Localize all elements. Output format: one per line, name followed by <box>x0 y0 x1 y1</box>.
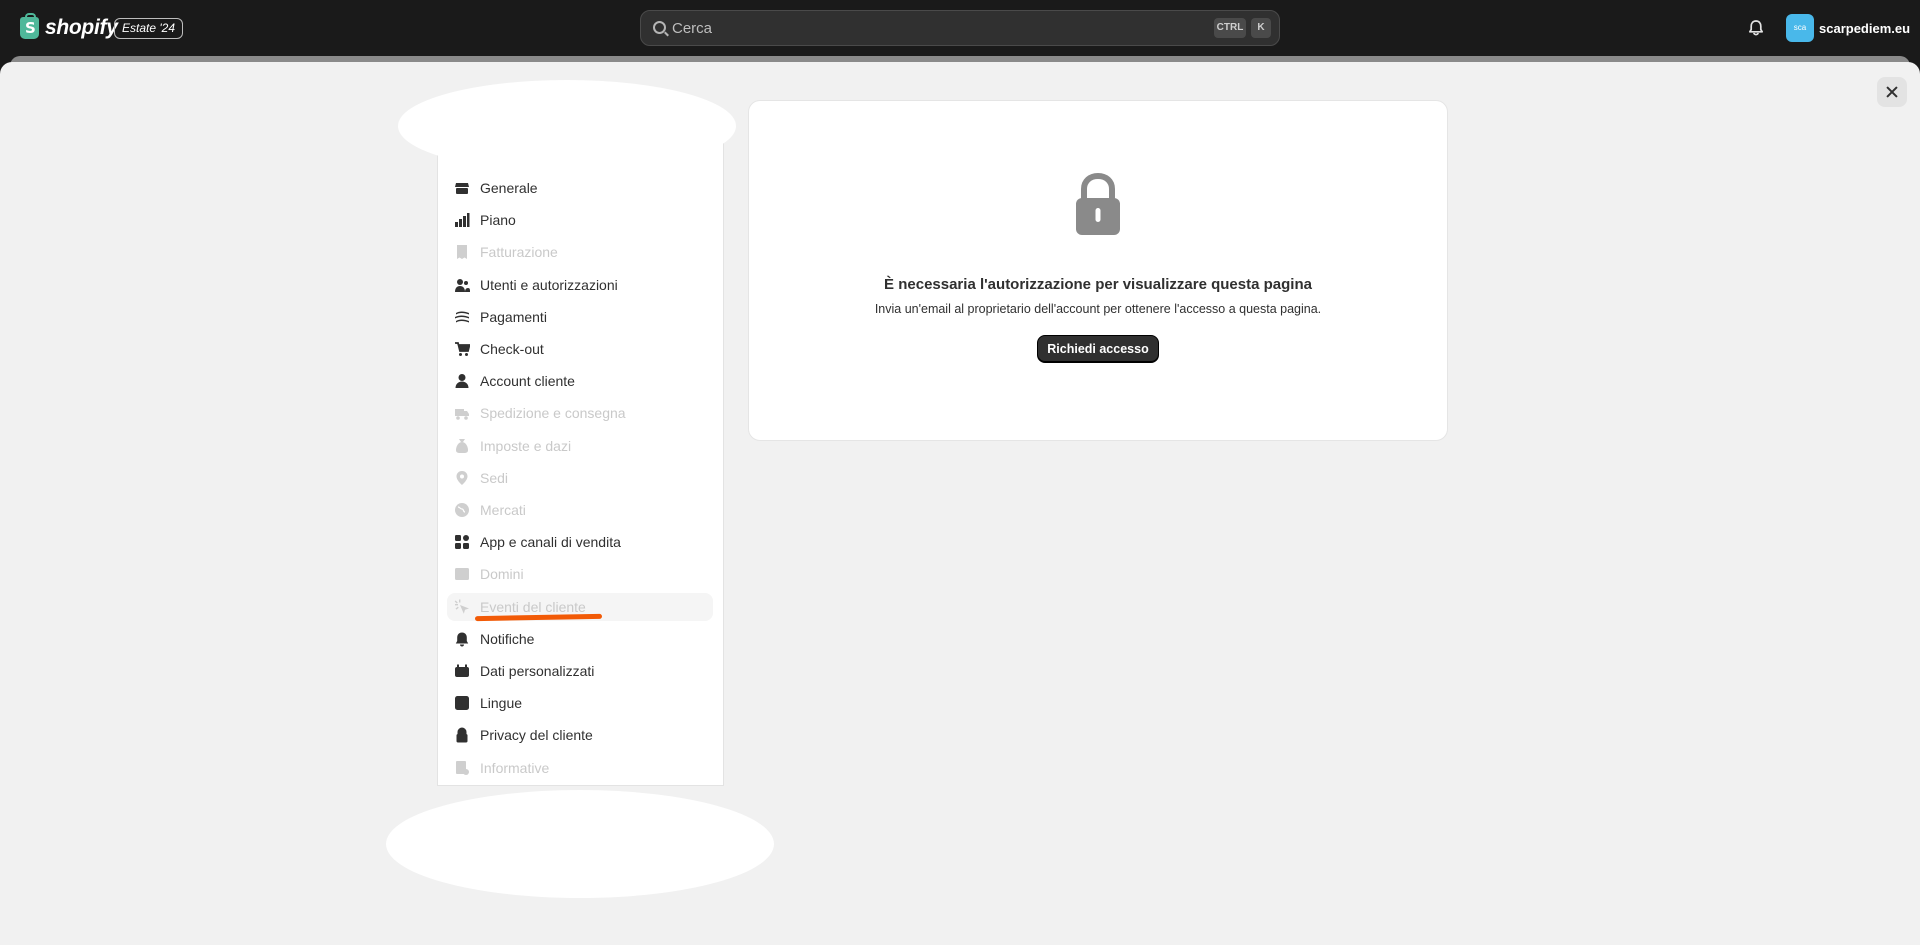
receipt-icon <box>454 244 470 260</box>
payments-icon <box>454 309 470 325</box>
logo-text: shopify <box>45 16 118 39</box>
sidebar-item-generale[interactable]: Generale <box>447 174 713 202</box>
bell-icon <box>454 631 470 647</box>
padlock-icon <box>1076 173 1120 235</box>
sidebar-item-label: Dati personalizzati <box>480 663 595 679</box>
database-icon <box>454 663 470 679</box>
sidebar-item-label: Domini <box>480 566 524 582</box>
sidebar-item-spedizione-e-consegna[interactable]: Spedizione e consegna <box>447 399 713 427</box>
search-input[interactable] <box>672 11 1192 45</box>
sidebar-item-label: Privacy del cliente <box>480 727 593 743</box>
search-bar[interactable]: CTRL K <box>640 10 1280 46</box>
store-name: scarpediem.eu <box>1819 20 1911 36</box>
plan-icon <box>454 212 470 228</box>
person-icon <box>454 373 470 389</box>
redaction-mark-bottom <box>386 790 774 898</box>
sidebar-item-domini[interactable]: Domini <box>447 560 713 588</box>
permission-description: Invia un'email al proprietario dell'acco… <box>874 302 1322 316</box>
sidebar-item-sedi[interactable]: Sedi <box>447 464 713 492</box>
sidebar-item-notifiche[interactable]: Notifiche <box>447 625 713 653</box>
shortcut-k-key: K <box>1251 18 1271 38</box>
sidebar-item-account-cliente[interactable]: Account cliente <box>447 367 713 395</box>
sidebar-item-label: Eventi del cliente <box>480 599 586 615</box>
sidebar-item-label: Utenti e autorizzazioni <box>480 277 618 293</box>
divider <box>437 785 724 786</box>
sidebar-item-label: Mercati <box>480 502 526 518</box>
sidebar-item-label: Notifiche <box>480 631 535 647</box>
sidebar-item-mercati[interactable]: Mercati <box>447 496 713 524</box>
tax-icon <box>454 438 470 454</box>
sidebar-item-pagamenti[interactable]: Pagamenti <box>447 303 713 331</box>
store-avatar: sca <box>1786 14 1814 42</box>
apps-icon <box>454 534 470 550</box>
sidebar-item-label: Fatturazione <box>480 244 558 260</box>
sidebar-item-label: Generale <box>480 180 538 196</box>
policy-icon <box>454 760 470 776</box>
sidebar-item-app-e-canali-di-vendita[interactable]: App e canali di vendita <box>447 528 713 556</box>
sidebar-item-imposte-e-dazi[interactable]: Imposte e dazi <box>447 432 713 460</box>
svg-text:字: 字 <box>462 703 468 711</box>
store-menu[interactable]: sca scarpediem.eu <box>1786 14 1910 42</box>
sidebar-item-label: Piano <box>480 212 516 228</box>
sidebar-item-label: Sedi <box>480 470 509 486</box>
language-icon: A字 <box>454 695 470 711</box>
domain-icon <box>454 566 470 582</box>
cursor-icon <box>454 599 470 615</box>
sidebar-item-fatturazione[interactable]: Fatturazione <box>447 238 713 266</box>
sidebar-item-check-out[interactable]: Check-out <box>447 335 713 363</box>
permission-title: È necessaria l'autorizzazione per visual… <box>884 276 1312 293</box>
cart-icon <box>454 341 470 357</box>
sidebar-item-label: Check-out <box>480 341 544 357</box>
lock-icon <box>454 727 470 743</box>
shortcut-ctrl-key: CTRL <box>1214 18 1246 38</box>
globe-icon <box>454 502 470 518</box>
users-icon <box>454 277 470 293</box>
search-icon <box>653 21 666 34</box>
sidebar-item-label: Pagamenti <box>480 309 547 325</box>
sidebar-item-label: Informative <box>480 760 550 776</box>
logo-mark: S <box>25 19 36 37</box>
truck-icon <box>454 405 470 421</box>
store-icon <box>454 180 470 196</box>
redaction-mark-top <box>398 80 736 172</box>
close-button[interactable] <box>1877 77 1907 107</box>
sidebar-item-label: Lingue <box>480 695 523 711</box>
sidebar-item-label: Spedizione e consegna <box>480 405 626 421</box>
request-access-button[interactable]: Richiedi accesso <box>1037 335 1159 363</box>
sidebar-item-utenti-e-autorizzazioni[interactable]: Utenti e autorizzazioni <box>447 271 713 299</box>
sidebar-item-piano[interactable]: Piano <box>447 206 713 234</box>
sidebar-item-label: App e canali di vendita <box>480 534 621 550</box>
top-bar: S shopify Estate '24 CTRL K sca scarpedi… <box>0 0 1920 56</box>
location-icon <box>454 470 470 486</box>
edition-badge[interactable]: Estate '24 <box>114 18 183 39</box>
shopify-bag-icon: S <box>20 13 39 39</box>
shopify-logo[interactable]: S shopify <box>20 13 118 40</box>
sidebar-item-lingue[interactable]: A 字 Lingue <box>447 689 713 717</box>
notifications-bell-icon[interactable] <box>1746 18 1766 38</box>
sidebar-item-informative[interactable]: Informative <box>447 754 713 782</box>
sidebar-item-privacy-del-cliente[interactable]: Privacy del cliente <box>447 721 713 749</box>
permission-card <box>748 100 1448 441</box>
sidebar-item-label: Account cliente <box>480 373 575 389</box>
sidebar-item-dati-personalizzati[interactable]: Dati personalizzati <box>447 657 713 685</box>
sidebar-item-label: Imposte e dazi <box>480 438 572 454</box>
